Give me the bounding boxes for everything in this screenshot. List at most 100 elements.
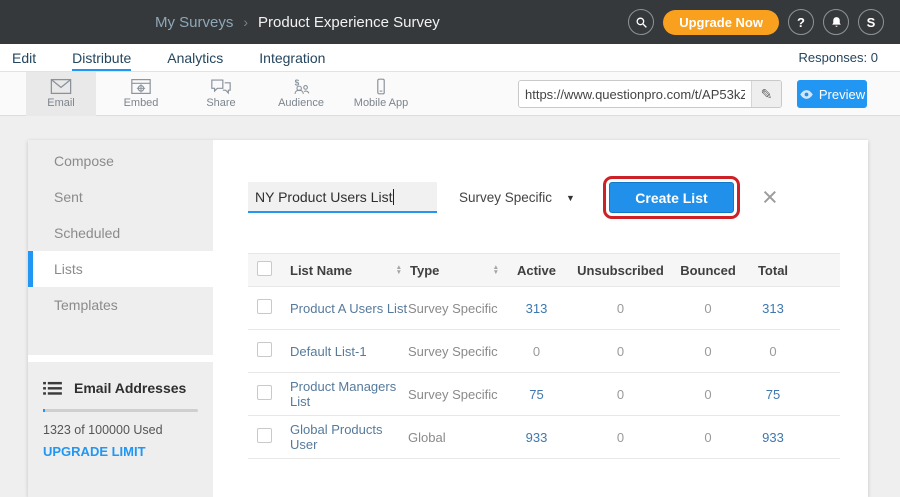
channel-share-label: Share <box>206 97 235 109</box>
list-type-cell: Survey Specific <box>408 330 505 373</box>
bounced-count: 0 <box>673 416 743 459</box>
table-row: Product A Users List Survey Specific 313… <box>248 287 840 330</box>
list-type-select[interactable]: Survey Specific ▼ <box>459 190 575 205</box>
table-row: Default List-1 Survey Specific 0 0 0 0 <box>248 330 840 373</box>
list-name-link[interactable]: Default List-1 <box>290 344 367 359</box>
list-type-value: Survey Specific <box>459 190 552 205</box>
channel-mobile-app[interactable]: Mobile App <box>346 72 416 116</box>
sidebar-item-sent[interactable]: Sent <box>28 179 213 215</box>
avatar[interactable]: S <box>858 9 884 35</box>
eye-icon <box>799 89 814 100</box>
channel-embed[interactable]: Embed <box>106 72 176 116</box>
upgrade-now-button[interactable]: Upgrade Now <box>663 10 779 35</box>
list-type-cell: Survey Specific <box>408 373 505 416</box>
row-checkbox[interactable] <box>257 342 272 357</box>
channel-list: Email Embed Share $ Audience Mobile App <box>0 72 416 116</box>
survey-subnav: Edit Distribute Analytics Integration Re… <box>0 44 900 72</box>
breadcrumb-separator: › <box>243 14 248 30</box>
sidebar-item-compose[interactable]: Compose <box>28 143 213 179</box>
column-list-name: List Name <box>290 263 352 278</box>
email-addresses-title: Email Addresses <box>74 380 186 396</box>
total-count: 0 <box>743 330 803 373</box>
sort-icon[interactable]: ▲▼ <box>493 265 499 275</box>
subnav-tabs: Edit Distribute Analytics Integration <box>0 44 325 71</box>
channel-audience[interactable]: $ Audience <box>266 72 336 116</box>
list-type-cell: Survey Specific <box>408 287 505 330</box>
help-button[interactable]: ? <box>788 9 814 35</box>
usage-progress-fill <box>43 409 45 412</box>
sidebar-divider <box>28 355 213 362</box>
channel-email[interactable]: Email <box>26 72 96 116</box>
bell-icon <box>830 16 843 29</box>
active-count[interactable]: 75 <box>505 373 568 416</box>
list-type-cell: Global <box>408 416 505 459</box>
channel-share[interactable]: Share <box>186 72 256 116</box>
notifications-button[interactable] <box>823 9 849 35</box>
total-count[interactable]: 313 <box>743 287 803 330</box>
tab-integration[interactable]: Integration <box>259 44 325 71</box>
channel-email-label: Email <box>47 97 75 109</box>
audience-icon: $ <box>290 78 312 95</box>
pencil-icon: ✎ <box>761 86 773 103</box>
preview-button[interactable]: Preview <box>797 80 867 108</box>
lists-content: NY Product Users List Survey Specific ▼ … <box>213 140 868 497</box>
create-list-button[interactable]: Create List <box>609 182 734 213</box>
text-cursor <box>393 189 394 205</box>
tab-edit[interactable]: Edit <box>12 44 36 71</box>
total-count[interactable]: 933 <box>743 416 803 459</box>
unsubscribed-count: 0 <box>568 373 673 416</box>
breadcrumb: My Surveys › Product Experience Survey <box>155 0 440 44</box>
list-name-link[interactable]: Product A Users List <box>290 301 407 316</box>
bounced-count: 0 <box>673 373 743 416</box>
avatar-initial: S <box>867 15 876 30</box>
close-icon[interactable]: × <box>762 184 778 211</box>
email-addresses-panel: Email Addresses 1323 of 100000 Used UPGR… <box>28 362 213 497</box>
list-name-value: NY Product Users List <box>255 189 392 205</box>
create-list-form: NY Product Users List Survey Specific ▼ … <box>248 176 778 219</box>
responses-count[interactable]: Responses: 0 <box>799 50 879 65</box>
lists-table: List Name▲▼ Type▲▼ Active Unsubscribed B… <box>248 253 840 459</box>
row-checkbox[interactable] <box>257 299 272 314</box>
edit-url-button[interactable]: ✎ <box>751 81 781 107</box>
sidebar-item-lists[interactable]: Lists <box>28 251 213 287</box>
unsubscribed-count: 0 <box>568 416 673 459</box>
channel-mobile-app-label: Mobile App <box>354 97 408 109</box>
search-button[interactable] <box>628 9 654 35</box>
sidebar-item-templates[interactable]: Templates <box>28 287 213 323</box>
active-count: 0 <box>505 330 568 373</box>
active-count[interactable]: 933 <box>505 416 568 459</box>
list-name-link[interactable]: Global Products User <box>290 422 383 452</box>
tab-analytics[interactable]: Analytics <box>167 44 223 71</box>
annotation-highlight-ring: Create List <box>603 176 740 219</box>
active-count[interactable]: 313 <box>505 287 568 330</box>
usage-progress-bar <box>43 409 198 412</box>
email-sidebar: Compose Sent Scheduled Lists Templates E… <box>28 140 213 497</box>
sort-icon[interactable]: ▲▼ <box>396 265 402 275</box>
row-checkbox[interactable] <box>257 385 272 400</box>
select-all-checkbox[interactable] <box>257 261 272 276</box>
table-row: Product Managers List Survey Specific 75… <box>248 373 840 416</box>
list-name-link[interactable]: Product Managers List <box>290 379 396 409</box>
email-sidebar-nav: Compose Sent Scheduled Lists Templates <box>28 140 213 323</box>
email-lists-card: Compose Sent Scheduled Lists Templates E… <box>28 140 868 497</box>
sidebar-item-scheduled[interactable]: Scheduled <box>28 215 213 251</box>
chevron-down-icon: ▼ <box>566 193 575 203</box>
email-icon <box>50 78 72 95</box>
total-count[interactable]: 75 <box>743 373 803 416</box>
breadcrumb-my-surveys[interactable]: My Surveys <box>155 14 233 31</box>
table-row: Global Products User Global 933 0 0 933 <box>248 416 840 459</box>
top-header: My Surveys › Product Experience Survey U… <box>0 0 900 44</box>
upgrade-limit-link[interactable]: UPGRADE LIMIT <box>43 444 146 459</box>
list-name-input[interactable]: NY Product Users List <box>248 182 437 213</box>
share-icon <box>210 78 232 95</box>
page-title: Product Experience Survey <box>258 14 440 31</box>
column-total: Total <box>743 254 803 287</box>
tab-distribute[interactable]: Distribute <box>72 44 131 71</box>
row-checkbox[interactable] <box>257 428 272 443</box>
channel-audience-label: Audience <box>278 97 324 109</box>
unsubscribed-count: 0 <box>568 330 673 373</box>
column-type: Type <box>410 263 439 278</box>
survey-url-field: ✎ <box>518 80 782 108</box>
unsubscribed-count: 0 <box>568 287 673 330</box>
survey-url-input[interactable] <box>519 81 751 107</box>
